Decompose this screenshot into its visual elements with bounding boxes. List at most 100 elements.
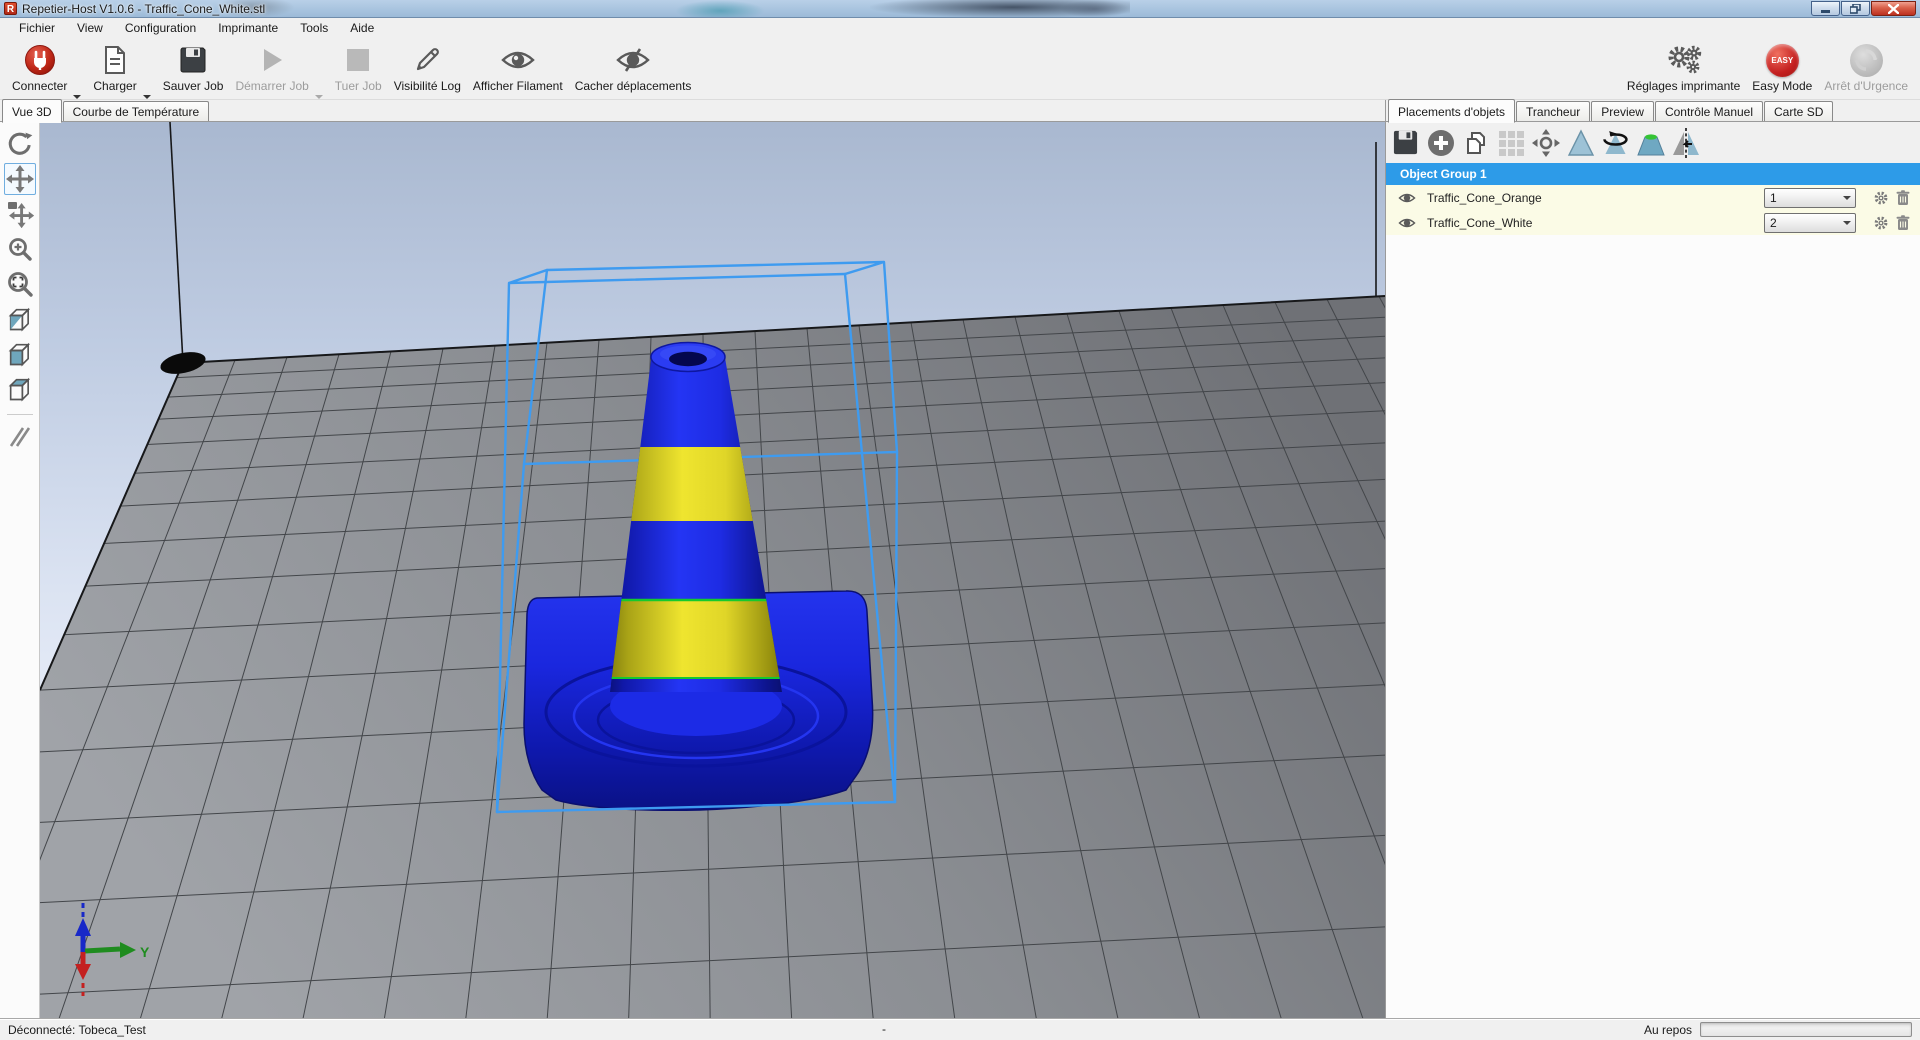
add-object-icon[interactable]	[1425, 127, 1456, 158]
menu-configuration[interactable]: Configuration	[114, 19, 207, 37]
tab-placements-objets[interactable]: Placements d'objets	[1388, 99, 1515, 123]
lay-flat-icon[interactable]	[1635, 127, 1666, 158]
menu-fichier[interactable]: Fichier	[8, 19, 66, 37]
load-label: Charger	[93, 79, 136, 93]
hide-travel-button[interactable]: Cacher déplacements	[569, 40, 698, 94]
stop-icon	[345, 42, 371, 78]
tab-preview[interactable]: Preview	[1591, 101, 1654, 122]
cross-section-icon[interactable]	[4, 421, 36, 453]
iso-view-icon[interactable]	[4, 303, 36, 335]
connect-dropdown-arrow[interactable]	[71, 69, 83, 99]
restore-button[interactable]	[1841, 1, 1870, 16]
load-dropdown-arrow[interactable]	[141, 69, 153, 99]
tab-trancheur[interactable]: Trancheur	[1516, 101, 1590, 122]
job-progress-bar	[1700, 1022, 1912, 1037]
chevron-down-icon[interactable]	[1839, 189, 1855, 207]
object-settings-gear-icon[interactable]	[1870, 215, 1892, 231]
front-view-icon[interactable]	[4, 338, 36, 370]
show-filament-label: Afficher Filament	[473, 79, 563, 93]
menu-bar: Fichier View Configuration Imprimante To…	[0, 18, 1920, 38]
printer-settings-button[interactable]: Réglages imprimante	[1621, 40, 1746, 94]
view-tabs: Vue 3D Courbe de Température	[0, 100, 1385, 122]
eye-icon	[501, 42, 535, 78]
emergency-stop-label: Arrêt d'Urgence	[1824, 79, 1908, 93]
zoom-icon[interactable]	[4, 233, 36, 265]
emergency-stop-icon	[1850, 44, 1883, 77]
close-button[interactable]	[1871, 1, 1916, 16]
easy-mode-label: Easy Mode	[1752, 79, 1812, 93]
3d-scene: Y	[40, 122, 1385, 1018]
move-object-icon[interactable]	[4, 198, 36, 230]
document-icon	[102, 42, 128, 78]
save-icon[interactable]	[1390, 127, 1421, 158]
menu-tools[interactable]: Tools	[289, 19, 339, 37]
autoposition-icon[interactable]	[1495, 127, 1526, 158]
delete-object-trash-icon[interactable]	[1892, 215, 1914, 231]
start-job-dropdown-arrow[interactable]	[313, 69, 325, 99]
visibility-eye-icon[interactable]	[1396, 217, 1418, 229]
rotate-view-icon[interactable]	[4, 128, 36, 160]
tool-strip-divider	[7, 414, 33, 415]
move-view-icon[interactable]	[4, 163, 36, 195]
extruder-select[interactable]: 1	[1764, 188, 1856, 208]
printer-state: Au repos	[1644, 1023, 1692, 1037]
cone-top-hole	[669, 352, 707, 366]
extruder-select[interactable]: 2	[1764, 213, 1856, 233]
menu-aide[interactable]: Aide	[339, 19, 385, 37]
status-separator: -	[882, 1022, 886, 1036]
object-settings-gear-icon[interactable]	[1870, 190, 1892, 206]
rotate-object-icon[interactable]	[1600, 127, 1631, 158]
floppy-icon	[179, 42, 207, 78]
gears-icon	[1663, 42, 1705, 78]
menu-view[interactable]: View	[66, 19, 114, 37]
minimize-button[interactable]	[1811, 1, 1840, 16]
kill-job-button[interactable]: Tuer Job	[329, 40, 388, 94]
aero-blur-smudge	[870, 0, 1130, 18]
emergency-stop-button[interactable]: Arrêt d'Urgence	[1818, 40, 1914, 94]
easy-mode-button[interactable]: EASY Easy Mode	[1746, 40, 1818, 94]
connect-button[interactable]: Connecter	[6, 40, 73, 94]
aero-blur-smudge	[675, 0, 765, 18]
easy-badge-icon: EASY	[1766, 44, 1799, 77]
delete-object-trash-icon[interactable]	[1892, 190, 1914, 206]
start-job-label: Démarrer Job	[235, 79, 308, 93]
center-object-icon[interactable]	[1530, 127, 1561, 158]
app-logo-icon: R	[4, 2, 17, 15]
start-job-button[interactable]: Démarrer Job	[229, 40, 314, 94]
tab-controle-manuel[interactable]: Contrôle Manuel	[1655, 101, 1763, 122]
tab-carte-sd[interactable]: Carte SD	[1764, 101, 1833, 122]
connect-label: Connecter	[12, 79, 67, 93]
hide-travel-label: Cacher déplacements	[575, 79, 692, 93]
pencil-icon	[413, 42, 441, 78]
connection-status: Déconnecté: Tobeca_Test	[8, 1023, 146, 1037]
right-panel-tabs: Placements d'objets Trancheur Preview Co…	[1386, 100, 1920, 122]
right-panel-empty-area	[1386, 235, 1920, 1018]
copy-object-icon[interactable]	[1460, 127, 1491, 158]
eye-slash-icon	[616, 42, 650, 78]
show-filament-button[interactable]: Afficher Filament	[467, 40, 569, 94]
object-row-traffic-cone-orange[interactable]: Traffic_Cone_Orange 1	[1386, 185, 1920, 210]
save-job-button[interactable]: Sauver Job	[157, 40, 230, 94]
top-view-icon[interactable]	[4, 373, 36, 405]
toggle-log-button[interactable]: Visibilité Log	[388, 40, 467, 94]
axis-y-label: Y	[140, 944, 150, 960]
visibility-eye-icon[interactable]	[1396, 192, 1418, 204]
window-title: Repetier-Host V1.0.6 - Traffic_Cone_Whit…	[22, 2, 265, 16]
plug-icon	[24, 42, 56, 78]
chevron-down-icon[interactable]	[1839, 214, 1855, 232]
menu-imprimante[interactable]: Imprimante	[207, 19, 289, 37]
object-group-header[interactable]: Object Group 1	[1386, 163, 1920, 185]
load-button[interactable]: Charger	[87, 40, 142, 94]
save-job-label: Sauver Job	[163, 79, 224, 93]
fit-view-icon[interactable]	[4, 268, 36, 300]
tab-vue-3d[interactable]: Vue 3D	[2, 99, 62, 123]
toggle-log-label: Visibilité Log	[394, 79, 461, 93]
object-row-traffic-cone-white[interactable]: Traffic_Cone_White 2	[1386, 210, 1920, 235]
view-tool-strip	[0, 122, 40, 1018]
tab-courbe-temperature[interactable]: Courbe de Température	[63, 101, 210, 122]
scale-object-icon[interactable]	[1565, 127, 1596, 158]
play-icon	[258, 42, 286, 78]
status-bar: Déconnecté: Tobeca_Test - Au repos	[0, 1018, 1920, 1040]
3d-viewport[interactable]: Y	[40, 122, 1385, 1018]
mirror-object-icon[interactable]	[1670, 127, 1701, 158]
